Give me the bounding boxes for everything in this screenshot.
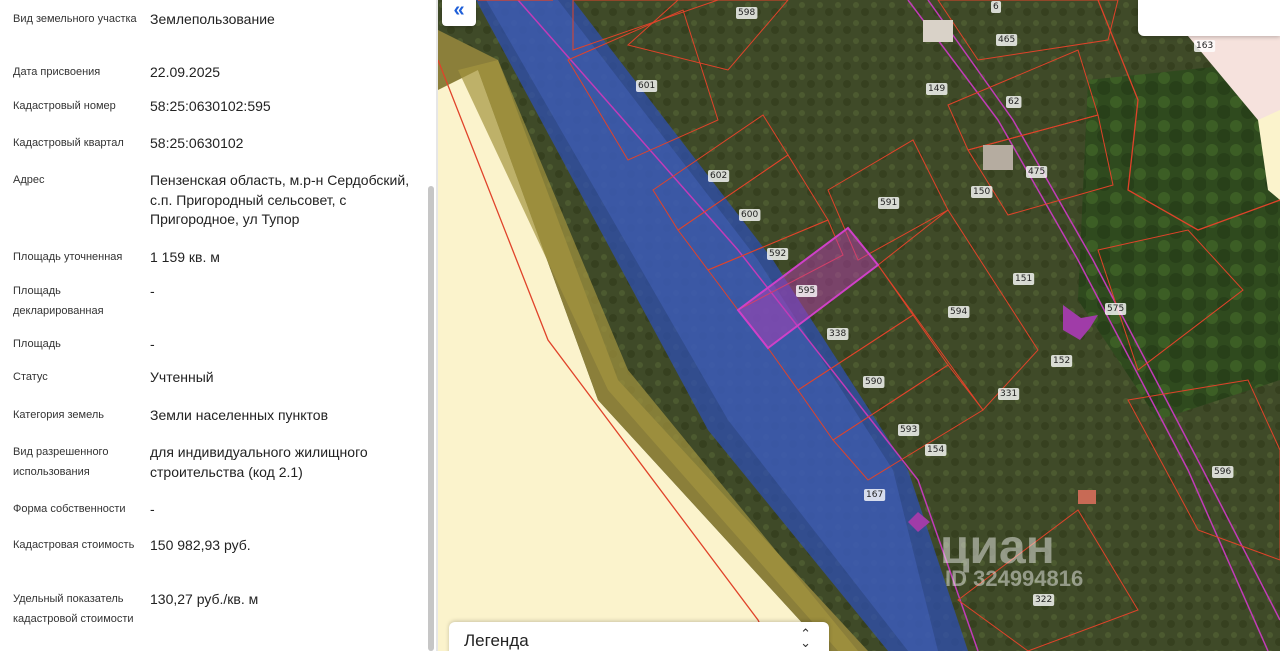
collapse-panel-button[interactable]: « <box>442 0 476 26</box>
map-building-roof <box>923 20 953 42</box>
cadastral-map[interactable]: 598 6 465 163 601 149 62 602 591 150 475… <box>438 0 1280 651</box>
info-label: Кадастровый квартал <box>13 137 124 149</box>
plot-label: 602 <box>710 171 727 181</box>
plot-label: 151 <box>1015 274 1032 284</box>
map-search-box[interactable] <box>1138 0 1280 36</box>
info-label: Площадь <box>13 338 61 350</box>
panel-scrollbar-thumb[interactable] <box>428 186 434 651</box>
info-value: Землепользование <box>150 11 275 27</box>
info-value: - <box>150 501 155 517</box>
plot-label: 150 <box>973 187 990 197</box>
plot-label: 322 <box>1035 595 1052 605</box>
plot-label: 152 <box>1053 356 1070 366</box>
legend-title: Легенда <box>464 631 529 650</box>
info-value: Земли населенных пунктов <box>150 407 329 423</box>
plot-label: 595 <box>798 286 815 296</box>
info-label: Дата присвоения <box>13 66 101 78</box>
info-label: Форма собственности <box>13 503 126 515</box>
info-value: - <box>150 283 155 299</box>
plot-label: 600 <box>741 210 758 220</box>
plot-label: 591 <box>880 198 897 208</box>
plot-label: 338 <box>829 329 846 339</box>
info-label: Статус <box>13 371 48 383</box>
info-label: Категория земель <box>13 409 104 421</box>
expand-collapse-icon: ⌃ ⌄ <box>800 626 811 650</box>
plot-label: 62 <box>1008 97 1019 107</box>
info-value: Учтенный <box>150 369 214 385</box>
plot-label: 475 <box>1028 167 1045 177</box>
info-value[interactable]: 58:25:0630102:595 <box>150 97 412 117</box>
info-value: для индивидуального жилищного строительс… <box>150 444 368 480</box>
plot-label: 592 <box>769 249 786 259</box>
plot-label: 596 <box>1214 467 1231 477</box>
plot-label: 167 <box>866 490 883 500</box>
info-label: Удельный показатель кадастровой стоимост… <box>13 593 134 625</box>
plot-label: 163 <box>1196 41 1213 51</box>
info-label: Вид разрешенного использования <box>13 446 109 478</box>
info-label: Площадь уточненная <box>13 251 123 263</box>
plot-label: 598 <box>738 8 755 18</box>
plot-label: 465 <box>998 35 1015 45</box>
map-canvas: 598 6 465 163 601 149 62 602 591 150 475… <box>438 0 1280 651</box>
info-label: Кадастровая стоимость <box>13 539 135 551</box>
map-building-roof <box>1078 490 1096 504</box>
plot-label: 575 <box>1107 304 1124 314</box>
parcel-info-panel: Вид земельного участка Землепользование … <box>0 0 438 651</box>
plot-label: 594 <box>950 307 967 317</box>
plot-label: 154 <box>927 445 944 455</box>
plot-label: 590 <box>865 377 882 387</box>
info-label: Адрес <box>13 174 45 186</box>
info-value: 22.09.2025 <box>150 64 221 80</box>
info-value: 1 159 кв. м <box>150 249 220 265</box>
info-label: Площадь декларированная <box>13 285 104 317</box>
info-label: Кадастровый номер <box>13 100 116 112</box>
info-value: Пензенская область, м.р-н Сердобский, с.… <box>150 172 410 227</box>
plot-label: 149 <box>928 84 945 94</box>
plot-label: 601 <box>638 81 655 91</box>
info-label: Вид земельного участка <box>13 13 137 25</box>
plot-label: 331 <box>1000 389 1017 399</box>
double-chevron-left-icon: « <box>453 0 465 21</box>
info-value[interactable]: 58:25:0630102 <box>150 134 412 154</box>
map-building-roof <box>983 145 1013 170</box>
info-value: 150 982,93 руб. <box>150 537 251 553</box>
info-value: 130,27 руб./кв. м <box>150 591 259 607</box>
plot-label: 6 <box>993 2 999 12</box>
plot-label: 593 <box>900 425 917 435</box>
info-value: - <box>150 336 155 352</box>
legend-toggle[interactable]: Легенда ⌃ ⌄ <box>449 622 829 651</box>
